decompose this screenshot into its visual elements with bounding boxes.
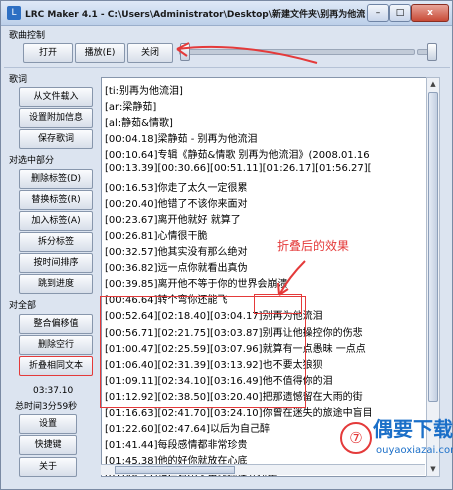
goto-progress-button[interactable]: 跳到进度 xyxy=(19,274,93,294)
delete-tag-button[interactable]: 删除标签(D) xyxy=(19,169,93,189)
lyric-line[interactable]: [01:22.60][02:47.64]以后为自己醉 xyxy=(105,420,270,435)
step-number-badge: ⑦ xyxy=(340,422,372,454)
playback-group-label: 歌曲控制 xyxy=(9,31,46,41)
annotation-arrow-2-icon xyxy=(277,260,306,296)
close-file-button[interactable]: 关闭 xyxy=(127,43,173,63)
lyric-line[interactable]: [ar:梁静茹] xyxy=(105,98,156,113)
selection-group-label: 对选中部分 xyxy=(9,156,55,166)
close-window-button[interactable]: x xyxy=(411,4,449,22)
shortcuts-button[interactable]: 快捷键 xyxy=(19,435,77,455)
delete-empty-button[interactable]: 删除空行 xyxy=(19,335,93,355)
fold-same-button[interactable]: 折叠相同文本 xyxy=(19,356,93,376)
lyric-line[interactable]: [00:20.40]他错了不该你来面对 xyxy=(105,195,248,210)
lyric-line[interactable]: [00:10.64]专辑《静茹&情歌 别再为他流泪》(2008.01.16 xyxy=(105,146,370,161)
horizontal-scrollbar[interactable] xyxy=(101,464,425,475)
lyric-line[interactable]: [01:41.44]每段感情都非常珍贵 xyxy=(105,436,248,451)
set-info-button[interactable]: 设置附加信息 xyxy=(19,108,93,128)
volume-slider[interactable] xyxy=(417,43,438,61)
app-icon: L xyxy=(7,6,21,20)
scroll-up-icon[interactable]: ▲ xyxy=(427,78,439,90)
lyric-line[interactable]: [00:13.39][00:30.66][00:51.11][01:26.17]… xyxy=(105,163,372,174)
lyric-line[interactable]: [00:04.18]梁静茹 - 别再为他流泪 xyxy=(105,130,258,145)
watermark-url: ouyaoxiazai.com xyxy=(376,445,453,456)
title-bar[interactable]: L LRC Maker 4.1 - C:\Users\Administrator… xyxy=(1,1,452,26)
lyric-line[interactable]: [ti:别再为他流泪] xyxy=(105,82,183,97)
all-group-label: 对全部 xyxy=(9,301,37,311)
volume-thumb[interactable] xyxy=(427,43,438,61)
settings-button[interactable]: 设置 xyxy=(19,414,77,434)
save-lyrics-button[interactable]: 保存歌词 xyxy=(19,129,93,149)
open-button[interactable]: 打开 xyxy=(23,43,73,63)
sort-time-button[interactable]: 按时间排序 xyxy=(19,253,93,273)
minimize-button[interactable]: – xyxy=(367,4,389,22)
load-file-button[interactable]: 从文件载入 xyxy=(19,87,93,107)
split-tag-button[interactable]: 拆分标签 xyxy=(19,232,93,252)
play-button[interactable]: 播放(E) xyxy=(75,43,125,63)
maximize-button[interactable]: □ xyxy=(389,4,411,22)
window-title: LRC Maker 4.1 - C:\Users\Administrator\D… xyxy=(25,10,365,20)
shift-all-button[interactable]: 整合偏移值 xyxy=(19,314,93,334)
vertical-scroll-thumb[interactable] xyxy=(428,92,438,402)
about-button[interactable]: 关于 xyxy=(19,457,77,477)
lyrics-group-label: 歌词 xyxy=(9,75,28,85)
horizontal-scroll-thumb[interactable] xyxy=(115,466,235,474)
annotation-arrow-icon xyxy=(176,42,318,64)
lyric-line[interactable]: [00:23.67]离开他就好 就算了 xyxy=(105,211,241,226)
watermark-text: 偶要下载站 xyxy=(373,417,453,441)
main-window: L LRC Maker 4.1 - C:\Users\Administrator… xyxy=(0,0,453,490)
annotation-text: 折叠后的效果 xyxy=(277,239,350,253)
total-time: 总时间3分59秒 xyxy=(15,402,78,412)
add-tag-button[interactable]: 加入标签(A) xyxy=(19,211,93,231)
lyric-line[interactable]: [al:静茹&情歌] xyxy=(105,114,173,129)
lyric-line[interactable]: [00:36.82]远一点你就看出真伪 xyxy=(105,259,248,274)
lyric-line[interactable]: [00:16.53]你走了太久一定很累 xyxy=(105,179,248,194)
replace-tag-button[interactable]: 替换标签(R) xyxy=(19,190,93,210)
lyric-line[interactable]: [00:26.81]心情很干脆 xyxy=(105,227,208,242)
lyric-line[interactable]: [00:39.85]离开他不等于你的世界会崩溃 xyxy=(105,275,288,290)
current-time: 03:37.10 xyxy=(33,386,74,396)
scroll-down-icon[interactable]: ▼ xyxy=(427,463,439,475)
lyric-line[interactable]: [00:32.57]他其实没有那么绝对 xyxy=(105,243,248,258)
